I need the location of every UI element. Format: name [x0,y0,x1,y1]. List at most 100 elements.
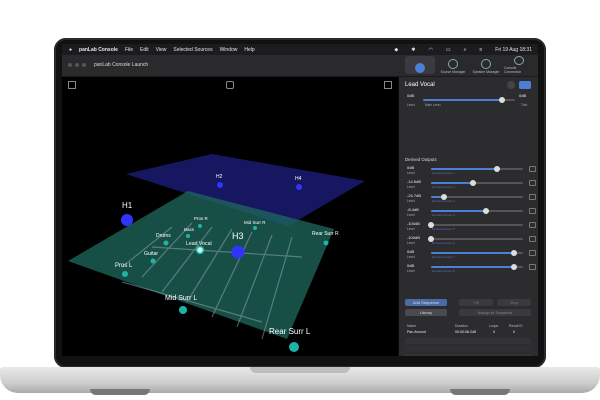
output-slider[interactable] [428,236,523,242]
output-slider[interactable] [428,222,523,228]
source-pros-r[interactable] [198,224,202,228]
source-mid-surr-r[interactable] [253,226,257,230]
control-center-icon[interactable]: ≡ [479,47,482,53]
source-rear-surr-l[interactable] [289,342,299,352]
zoom-button[interactable] [82,63,86,67]
minimize-button[interactable] [75,63,79,67]
sequence-table: Name Duration Loops Recall ID Pan Around… [405,324,531,356]
add-sequence-button[interactable]: Add Sequence [405,299,447,306]
stop-button[interactable]: Stop [497,299,531,306]
output-fill [431,168,498,170]
speaker-h3[interactable] [231,245,245,259]
menu-file[interactable]: File [125,47,133,53]
output-knob[interactable] [510,250,517,256]
derived-output-row: -14.6dB Level Derived Output 2 [405,179,536,190]
output-checkbox[interactable] [529,236,536,242]
scene-svg[interactable]: H1 H2 H3 H4 Pros R Bass Mid Surr R Drums… [62,77,398,356]
inspector-toggle-icon[interactable] [384,81,392,89]
output-checkbox[interactable] [529,194,536,200]
screen: ● panLab Console File Edit View Selected… [62,44,538,356]
dropbox-icon[interactable]: ◆ [394,47,398,53]
output-checkbox[interactable] [529,222,536,228]
app-menu[interactable]: panLab Console [79,47,118,53]
launch-icon [415,63,425,73]
empty-row [405,354,531,356]
output-level-caption: Level [407,199,415,203]
tab-console-connection[interactable]: Console Connection [504,56,534,74]
source-rear-surr-r[interactable] [323,240,329,246]
output-knob[interactable] [470,180,477,186]
close-button[interactable] [68,63,72,67]
output-slider[interactable] [431,180,523,186]
output-knob[interactable] [510,264,517,270]
speaker-h4-label: H4 [295,176,302,182]
speaker-h1[interactable] [121,214,133,226]
output-value: -100dB [407,221,420,226]
menu-help[interactable]: Help [244,47,254,53]
source-guitar[interactable] [150,258,156,264]
menu-edit[interactable]: Edit [140,47,149,53]
output-level-caption: Level [407,241,415,245]
assign-snapshot-button[interactable]: Assign to Snapshot [459,309,531,316]
laptop: ● panLab Console File Edit View Selected… [0,0,600,400]
source-lead-vocal[interactable] [195,245,205,255]
apple-menu-icon[interactable]: ● [69,47,72,53]
sidebar-toggle-icon[interactable] [68,81,76,89]
main-level-slider[interactable] [423,97,515,103]
table-row[interactable]: Pan Around 00:00:08.248 0 0 [405,330,531,336]
output-value: 0dB [407,165,415,170]
menu-selected-sources[interactable]: Selected Sources [173,47,212,53]
output-value: 0dB [407,249,415,254]
menu-bar: ● panLab Console File Edit View Selected… [62,44,538,55]
speaker-h2[interactable] [217,182,223,188]
tab-source-manager[interactable]: Source Manager [438,56,468,74]
library-button[interactable]: Library [405,309,447,316]
source-drums[interactable] [163,240,169,246]
source-pros-l-label: Pros L [115,263,133,269]
output-checkbox[interactable] [529,180,536,186]
battery-icon[interactable]: ▭ [446,47,451,53]
source-name: Lead Vocal [405,82,435,88]
main-level-knob[interactable] [499,97,506,103]
output-knob[interactable] [483,208,490,214]
output-slider[interactable] [431,264,523,270]
source-mid-surr-l[interactable] [179,306,187,314]
main-level-value: 0dB [407,93,415,98]
source-bass[interactable] [186,234,190,238]
derived-output-row: -8.4dB Level Derived Output 4 [405,207,536,218]
output-level-caption: Level [407,269,415,273]
output-level-caption: Level [407,171,415,175]
3d-viewport[interactable]: H1 H2 H3 H4 Pros R Bass Mid Surr R Drums… [62,77,398,356]
derived-outputs-title: Derived Outputs [405,157,437,162]
output-checkbox[interactable] [529,208,536,214]
wifi-icon[interactable]: ◠ [428,47,432,53]
bluetooth-icon[interactable]: ✱ [411,47,415,53]
trim-caption: Trim [521,103,528,107]
output-slider[interactable] [431,194,523,200]
derived-output-row: -24.7dB Level Derived Output 3 [405,193,536,204]
output-slider[interactable] [431,250,523,256]
output-name: Derived Output 1 [432,171,455,175]
add-icon[interactable] [507,81,515,89]
tab-launch[interactable] [405,56,435,74]
source-rear-surr-l-label: Rear Surr L [269,327,311,336]
source-color-swatch[interactable] [519,81,531,89]
output-slider[interactable] [431,208,523,214]
row-duration: 00:00:08.248 [455,330,476,334]
row-loops: 0 [493,330,495,334]
source-pros-l[interactable] [122,271,128,277]
menu-window[interactable]: Window [220,47,238,53]
fill-button[interactable]: Fill [459,299,493,306]
output-slider[interactable] [431,166,523,172]
camera-icon[interactable] [226,81,234,89]
output-checkbox[interactable] [529,166,536,172]
speaker-h4[interactable] [296,184,302,190]
output-knob[interactable] [494,166,501,172]
search-icon[interactable]: ⌕ [464,47,467,53]
output-checkbox[interactable] [529,250,536,256]
col-name: Name [407,324,417,328]
menubar-clock[interactable]: Fri 19 Aug 18:31 [495,47,532,53]
menu-view[interactable]: View [156,47,167,53]
tab-speaker-manager[interactable]: Speaker Manager [471,56,501,74]
output-checkbox[interactable] [529,264,536,270]
